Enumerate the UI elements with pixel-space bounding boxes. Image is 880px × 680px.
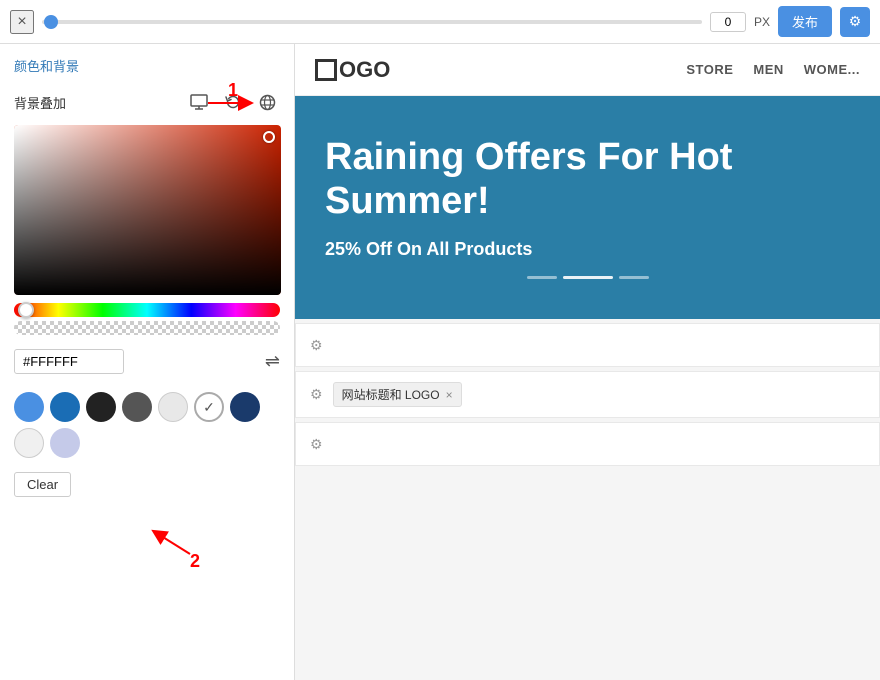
slider-thumb[interactable] bbox=[44, 15, 58, 29]
top-bar: × 0 PX 发布 ⚙ bbox=[0, 0, 880, 44]
left-panel: 颜色和背景 背景叠加 bbox=[0, 44, 295, 680]
section-title: 颜色和背景 bbox=[0, 44, 294, 83]
publish-button[interactable]: 发布 bbox=[778, 6, 832, 37]
indicator-3 bbox=[619, 276, 649, 279]
annotation-2-container: 2 bbox=[190, 551, 200, 572]
banner-indicators bbox=[325, 276, 850, 279]
hue-slider[interactable] bbox=[14, 303, 280, 317]
section-row-1: ⚙ bbox=[295, 323, 880, 367]
logo-text: OGO bbox=[339, 57, 390, 83]
adjust-icon[interactable]: ⇌ bbox=[265, 351, 280, 372]
hue-thumb[interactable] bbox=[18, 302, 34, 318]
color-swatch-lightgray[interactable] bbox=[158, 392, 188, 422]
annotation-2-label: 2 bbox=[190, 551, 200, 571]
close-icon: × bbox=[17, 13, 26, 31]
section-gear-2[interactable]: ⚙ bbox=[310, 386, 323, 403]
hero-title: Raining Offers For Hot Summer! bbox=[325, 136, 850, 223]
gradient-black-overlay bbox=[14, 125, 281, 295]
globe-icon bbox=[259, 94, 276, 111]
clear-button[interactable]: Clear bbox=[14, 472, 71, 497]
color-swatch-offwhite[interactable] bbox=[14, 428, 44, 458]
nav-store[interactable]: STORE bbox=[686, 62, 733, 77]
preview-nav: OGO STORE MEN WOME... bbox=[295, 44, 880, 96]
section-tag: 网站标题和 LOGO × bbox=[333, 382, 462, 407]
indicator-1 bbox=[527, 276, 557, 279]
hero-subtitle: 25% Off On All Products bbox=[325, 239, 850, 260]
hex-input[interactable]: #FFFFFF bbox=[14, 349, 124, 374]
section-gear-3[interactable]: ⚙ bbox=[310, 436, 323, 453]
annotation-2-arrow bbox=[150, 526, 200, 561]
monitor-icon-button[interactable] bbox=[186, 89, 212, 115]
color-swatch-lavender[interactable] bbox=[50, 428, 80, 458]
section-row-2: ⚙ 网站标题和 LOGO × bbox=[295, 371, 880, 418]
color-swatch-blue2[interactable] bbox=[50, 392, 80, 422]
settings-button[interactable]: ⚙ bbox=[840, 7, 870, 37]
color-cursor bbox=[263, 131, 275, 143]
section-gear-1[interactable]: ⚙ bbox=[310, 337, 323, 354]
preset-colors: ✓ bbox=[0, 388, 294, 466]
color-gradient[interactable] bbox=[14, 125, 281, 295]
indicator-2 bbox=[563, 276, 613, 279]
slider-value-input[interactable]: 0 bbox=[710, 12, 746, 32]
reset-icon-button[interactable] bbox=[220, 89, 246, 115]
nav-women[interactable]: WOME... bbox=[804, 62, 860, 77]
page-sections: ⚙ ⚙ 网站标题和 LOGO × ⚙ bbox=[295, 319, 880, 680]
color-picker-area[interactable] bbox=[14, 125, 280, 295]
bg-overlay-row: 背景叠加 bbox=[0, 83, 294, 121]
monitor-icon bbox=[190, 94, 208, 110]
color-swatch-white[interactable]: ✓ bbox=[194, 392, 224, 422]
gear-icon: ⚙ bbox=[849, 13, 862, 30]
section-tag-label: 网站标题和 LOGO bbox=[342, 386, 440, 403]
close-button[interactable]: × bbox=[10, 10, 34, 34]
nav-links: STORE MEN WOME... bbox=[686, 62, 860, 77]
right-panel: OGO STORE MEN WOME... Raining Offers For… bbox=[295, 44, 880, 680]
globe-icon-button[interactable] bbox=[254, 89, 280, 115]
tag-close-icon[interactable]: × bbox=[446, 388, 453, 402]
alpha-slider[interactable] bbox=[14, 321, 280, 335]
check-icon: ✓ bbox=[203, 399, 215, 416]
color-swatch-black[interactable] bbox=[86, 392, 116, 422]
hero-banner: Raining Offers For Hot Summer! 25% Off O… bbox=[295, 96, 880, 319]
slider-container: 0 PX bbox=[42, 12, 770, 32]
bg-overlay-label: 背景叠加 bbox=[14, 93, 66, 112]
section-row-3: ⚙ bbox=[295, 422, 880, 466]
color-swatch-darkblue[interactable] bbox=[230, 392, 260, 422]
color-swatch-blue1[interactable] bbox=[14, 392, 44, 422]
nav-men[interactable]: MEN bbox=[753, 62, 783, 77]
hex-row: #FFFFFF ⇌ bbox=[0, 343, 294, 380]
logo: OGO bbox=[315, 57, 390, 83]
reset-icon bbox=[225, 94, 241, 110]
color-swatch-gray[interactable] bbox=[122, 392, 152, 422]
bg-overlay-actions bbox=[186, 89, 280, 115]
logo-square bbox=[315, 59, 337, 81]
main-layout: 颜色和背景 背景叠加 bbox=[0, 44, 880, 680]
slider-unit: PX bbox=[754, 15, 770, 29]
slider-track[interactable] bbox=[42, 20, 702, 24]
